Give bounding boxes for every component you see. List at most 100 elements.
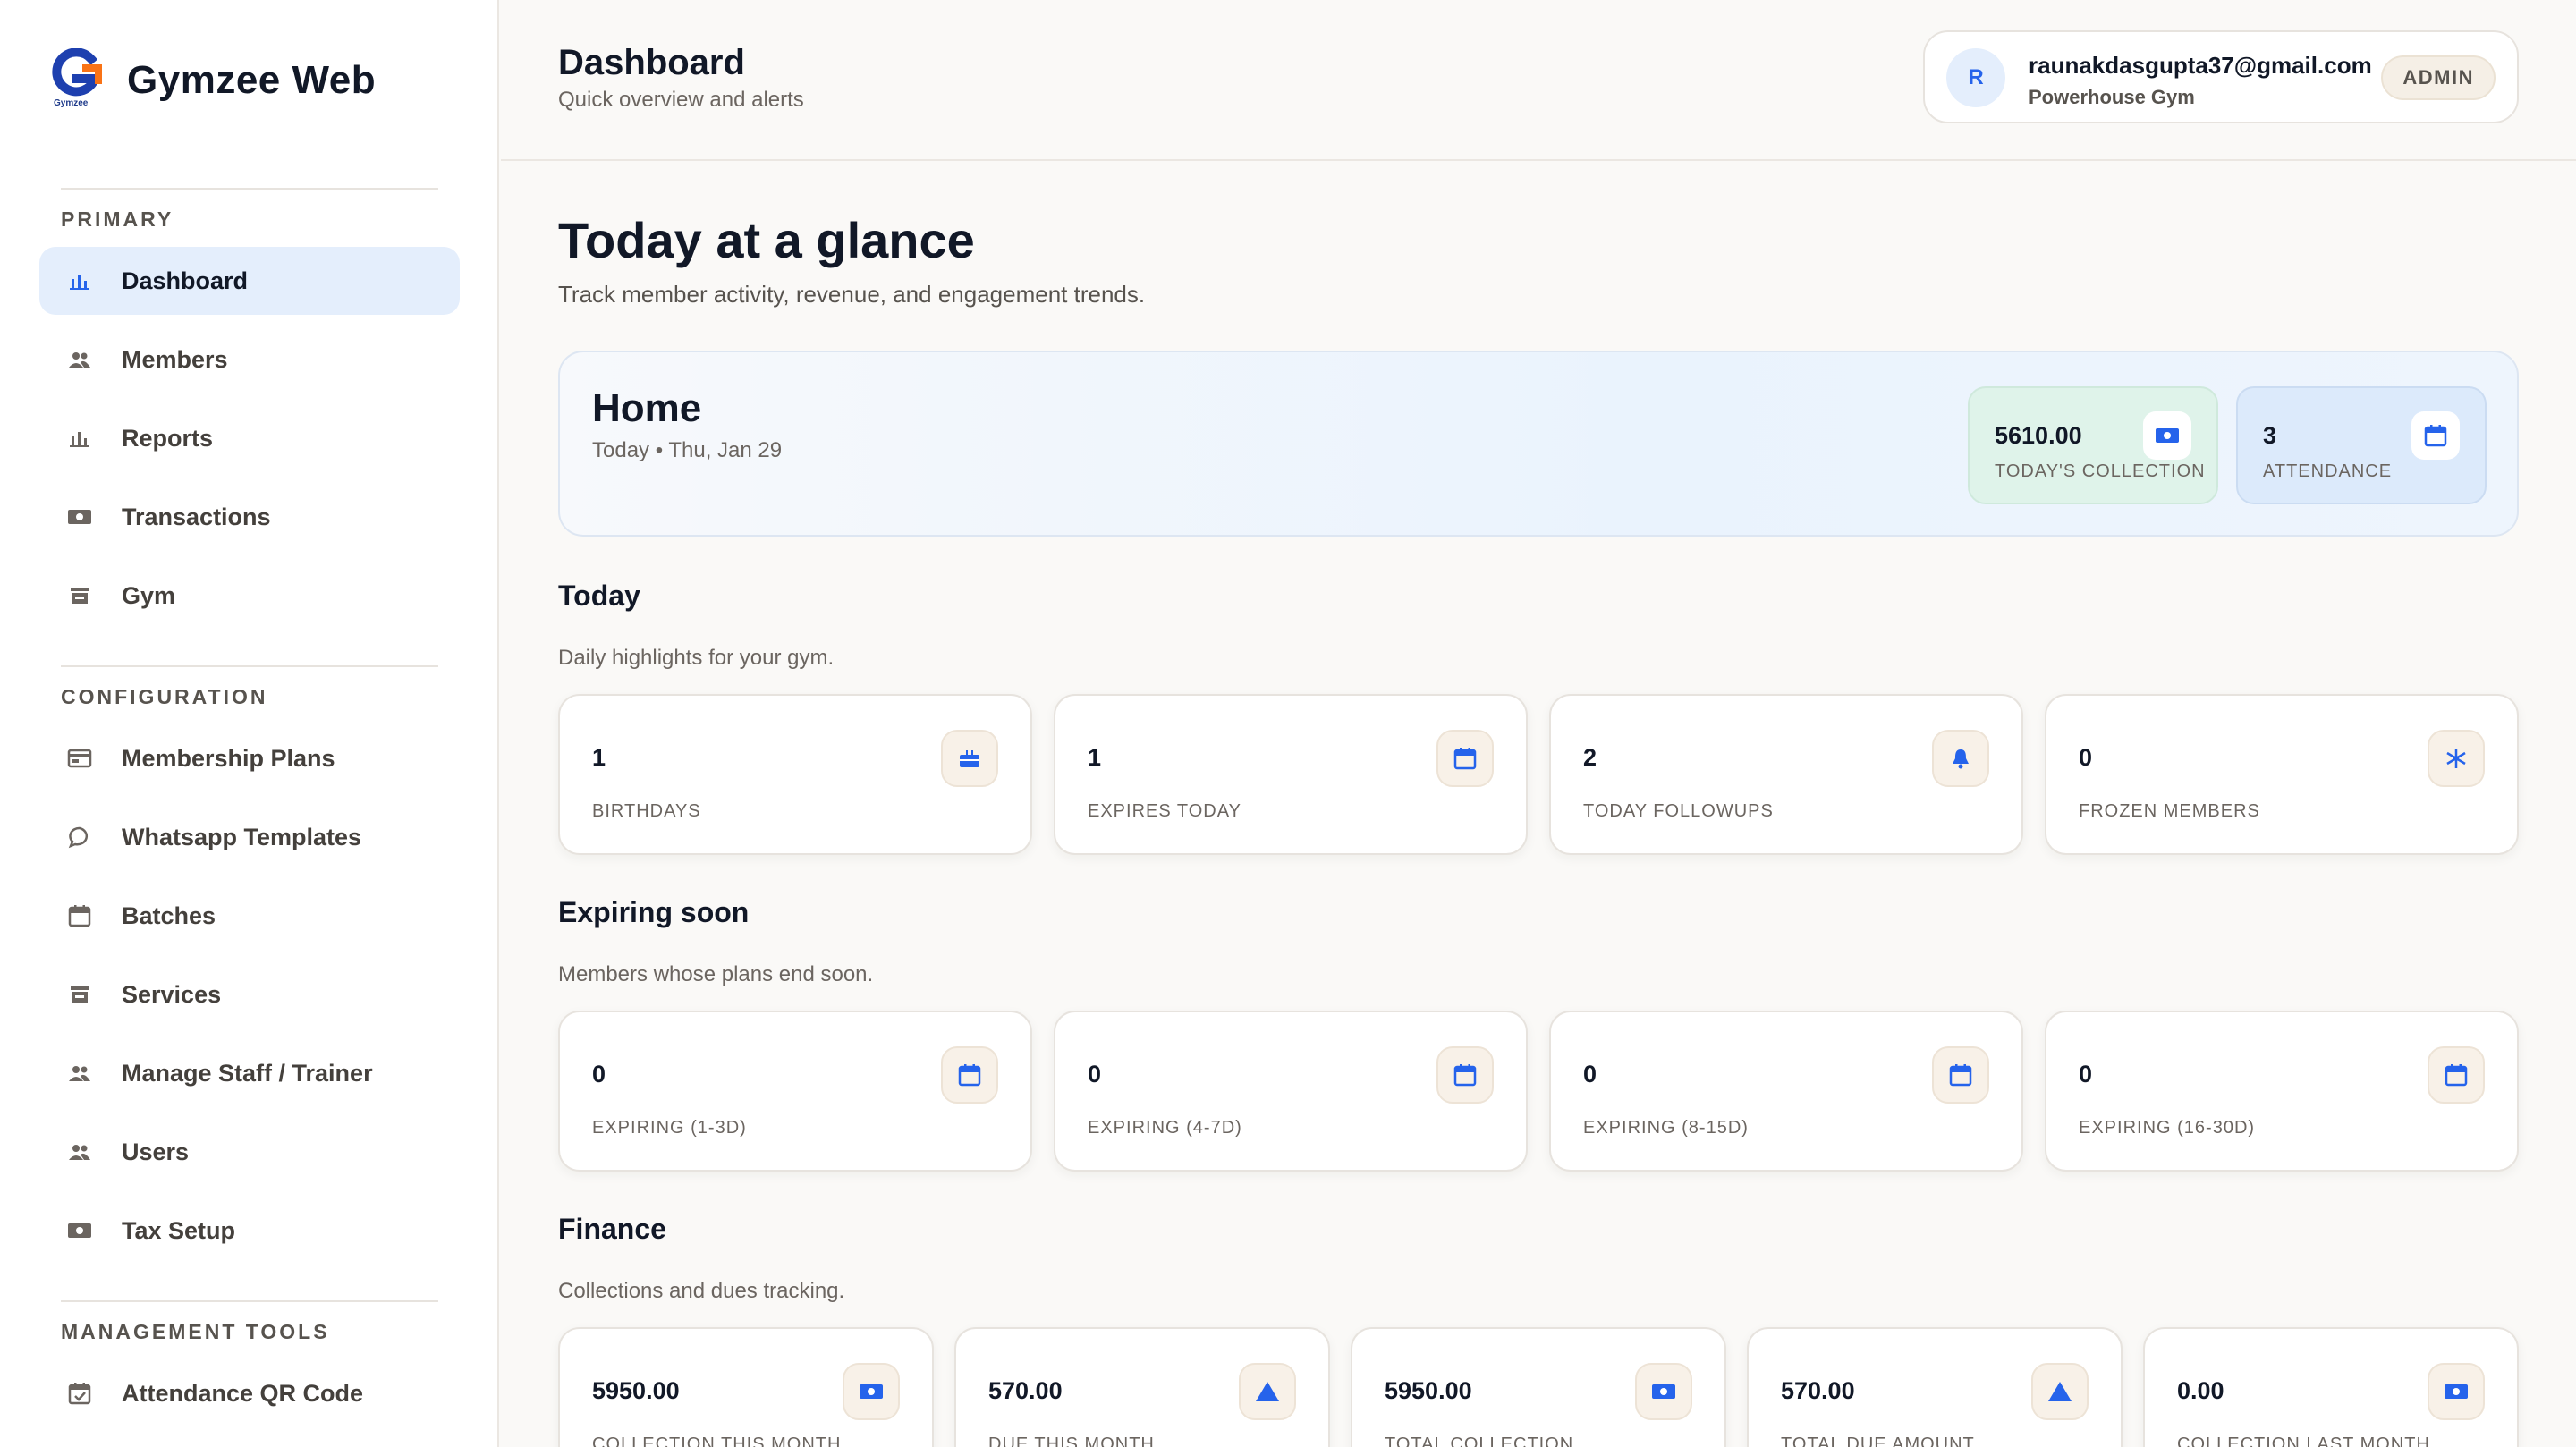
collection-last-month-card[interactable]: 0.00 COLLECTION LAST MONTH [2143, 1327, 2519, 1447]
stat-value: 0 [2079, 744, 2093, 771]
stat-label: DUE THIS MONTH [988, 1434, 1155, 1447]
section-subtitle-expiring: Members whose plans end soon. [558, 962, 874, 986]
hero-subtitle: Track member activity, revenue, and enga… [558, 281, 1146, 308]
cash-icon [843, 1363, 900, 1420]
cash-icon [1635, 1363, 1692, 1420]
birthdays-card[interactable]: 1 BIRTHDAYS [558, 694, 1032, 855]
frozen-members-card[interactable]: 0 FROZEN MEMBERS [2045, 694, 2519, 855]
section-subtitle-today: Daily highlights for your gym. [558, 646, 835, 670]
brand[interactable]: Gymzee Gymzee Web [50, 48, 376, 113]
expiring-1-3d-card[interactable]: 0 EXPIRING (1-3D) [558, 1011, 1032, 1172]
sidebar-item-attendance-qr[interactable]: Attendance QR Code [39, 1359, 460, 1427]
sidebar-item-batches[interactable]: Batches [39, 882, 460, 950]
collection-this-month-card[interactable]: 5950.00 COLLECTION THIS MONTH [558, 1327, 934, 1447]
sidebar-item-label: Manage Staff / Trainer [122, 1059, 373, 1087]
attendance-stat[interactable]: 3 ATTENDANCE [2236, 386, 2487, 504]
sidebar-divider [61, 665, 438, 667]
warning-triangle-icon [2031, 1363, 2089, 1420]
stat-value: 570.00 [988, 1377, 1063, 1404]
sidebar-item-gym[interactable]: Gym [39, 562, 460, 630]
stat-value: 0.00 [2177, 1377, 2224, 1404]
stat-label: EXPIRES TODAY [1088, 801, 1241, 821]
sidebar-item-dashboard[interactable]: Dashboard [39, 247, 460, 315]
sidebar-item-services[interactable]: Services [39, 960, 460, 1028]
home-date: Today • Thu, Jan 29 [592, 438, 783, 462]
cash-icon [2143, 411, 2191, 460]
calendar-icon [1436, 1046, 1494, 1104]
stat-label: EXPIRING (16-30D) [2079, 1118, 2256, 1138]
cash-icon [2428, 1363, 2485, 1420]
stat-value: 0 [2079, 1061, 2093, 1087]
todays-collection-stat[interactable]: 5610.00 TODAY'S COLLECTION [1968, 386, 2218, 504]
stat-label: TOTAL DUE AMOUNT [1781, 1434, 1975, 1447]
sidebar-item-membership-plans[interactable]: Membership Plans [39, 724, 460, 792]
stat-value: 0 [592, 1061, 606, 1087]
logo-caption: Gymzee [54, 98, 89, 108]
section-subtitle-finance: Collections and dues tracking. [558, 1279, 845, 1303]
people-icon [66, 346, 93, 373]
sidebar-item-label: Batches [122, 901, 216, 929]
sidebar-item-label: Attendance QR Code [122, 1379, 364, 1407]
people-icon [66, 1138, 93, 1165]
bar-chart-icon [66, 267, 93, 294]
bar-chart-icon [66, 425, 93, 452]
stat-label: BIRTHDAYS [592, 801, 701, 821]
today-followups-card[interactable]: 2 TODAY FOLLOWUPS [1549, 694, 2023, 855]
expiring-8-15d-card[interactable]: 0 EXPIRING (8-15D) [1549, 1011, 2023, 1172]
calendar-icon [2411, 411, 2460, 460]
section-title-finance: Finance [558, 1213, 666, 1245]
card-icon [66, 745, 93, 772]
sidebar-divider [61, 188, 438, 190]
due-this-month-card[interactable]: 570.00 DUE THIS MONTH [954, 1327, 1330, 1447]
sidebar-item-users[interactable]: Users [39, 1118, 460, 1186]
sidebar-item-manage-staff[interactable]: Manage Staff / Trainer [39, 1039, 460, 1107]
brand-name: Gymzee Web [127, 58, 377, 102]
stat-value: 5950.00 [1385, 1377, 1472, 1404]
calendar-check-icon [66, 1380, 93, 1407]
sidebar-item-label: Dashboard [122, 267, 249, 294]
user-email: raunakdasgupta37@gmail.com [2029, 52, 2372, 79]
total-collection-card[interactable]: 5950.00 TOTAL COLLECTION [1351, 1327, 1726, 1447]
sidebar-item-reports[interactable]: Reports [39, 404, 460, 472]
user-profile-card[interactable]: R raunakdasgupta37@gmail.com Powerhouse … [1923, 30, 2519, 123]
sidebar-item-label: Gym [122, 581, 176, 609]
sidebar-item-transactions[interactable]: Transactions [39, 483, 460, 551]
warning-triangle-icon [1239, 1363, 1296, 1420]
section-title-expiring: Expiring soon [558, 896, 750, 928]
sidebar-item-tax-setup[interactable]: Tax Setup [39, 1197, 460, 1265]
page-subtitle: Quick overview and alerts [558, 88, 804, 112]
avatar[interactable]: R [1946, 48, 2005, 107]
stat-label: TOTAL COLLECTION [1385, 1434, 1574, 1447]
stat-value: 5610.00 [1995, 422, 2082, 449]
expiring-4-7d-card[interactable]: 0 EXPIRING (4-7D) [1054, 1011, 1528, 1172]
section-title-today: Today [558, 580, 640, 612]
stat-value: 2 [1583, 744, 1597, 771]
stat-label: ATTENDANCE [2263, 461, 2393, 481]
role-badge: ADMIN [2381, 55, 2496, 100]
user-gym-name: Powerhouse Gym [2029, 86, 2195, 108]
sidebar: Gymzee Gymzee Web PRIMARY Dashboard Memb… [0, 0, 499, 1447]
sidebar-item-whatsapp-templates[interactable]: Whatsapp Templates [39, 803, 460, 871]
stat-label: TODAY'S COLLECTION [1995, 461, 2206, 481]
stat-label: TODAY FOLLOWUPS [1583, 801, 1774, 821]
section-title-management: MANAGEMENT TOOLS [61, 1320, 330, 1343]
cake-icon [941, 730, 998, 787]
calendar-icon [941, 1046, 998, 1104]
stat-label: FROZEN MEMBERS [2079, 801, 2260, 821]
stat-value: 3 [2263, 422, 2277, 449]
expiring-16-30d-card[interactable]: 0 EXPIRING (16-30D) [2045, 1011, 2519, 1172]
sidebar-item-label: Tax Setup [122, 1216, 236, 1244]
sidebar-item-members[interactable]: Members [39, 326, 460, 393]
stat-value: 1 [592, 744, 606, 771]
stat-value: 5950.00 [592, 1377, 680, 1404]
store-icon [66, 582, 93, 609]
sidebar-item-label: Members [122, 345, 228, 373]
total-due-amount-card[interactable]: 570.00 TOTAL DUE AMOUNT [1747, 1327, 2123, 1447]
sidebar-item-label: Services [122, 980, 222, 1008]
sidebar-item-label: Whatsapp Templates [122, 823, 362, 850]
gymzee-logo-icon: Gymzee [50, 48, 102, 113]
expires-today-card[interactable]: 1 EXPIRES TODAY [1054, 694, 1528, 855]
stat-value: 1 [1088, 744, 1102, 771]
calendar-icon [66, 902, 93, 929]
page-title: Dashboard [558, 43, 745, 82]
